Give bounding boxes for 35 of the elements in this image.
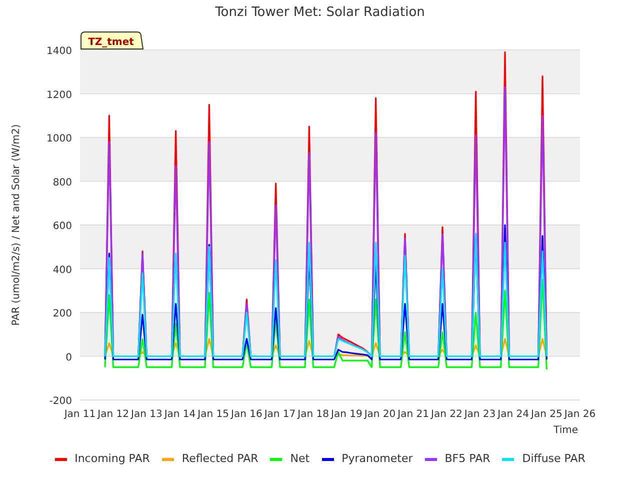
x-axis-label: Time xyxy=(554,425,578,436)
x-tick-label: Jan 15 xyxy=(198,409,229,420)
x-tick-label: Jan 22 xyxy=(431,409,462,420)
legend-label: Incoming PAR xyxy=(74,451,150,467)
y-tick-label: 600 xyxy=(52,221,72,232)
x-tick-label: Jan 13 xyxy=(131,409,162,420)
y-tick-label: 1000 xyxy=(46,134,72,144)
y-tick-label: 400 xyxy=(52,264,72,276)
x-tick-label: Jan 11 xyxy=(64,409,96,420)
x-tick-label: Jan 17 xyxy=(264,409,296,420)
x-tick-label: Jan 26 xyxy=(564,409,596,420)
y-tick-label: 800 xyxy=(52,177,72,188)
x-tick-label: Jan 16 xyxy=(231,409,262,420)
x-tick-label: Jan 24 xyxy=(498,409,529,420)
y-tick-label: -200 xyxy=(49,396,72,407)
legend-label: Net xyxy=(290,451,310,467)
chart-title: Tonzi Tower Met: Solar Radiation xyxy=(215,4,425,22)
legend-label: BF5 PAR xyxy=(444,451,490,467)
legend-label: Diffuse PAR xyxy=(522,451,586,467)
site-tag: TZ_tmet xyxy=(80,32,144,50)
y-tick-label: 0 xyxy=(66,352,72,364)
x-tick-label: Jan 14 xyxy=(164,409,196,420)
legend-label: Reflected PAR xyxy=(182,451,258,467)
y-axis-label: PAR (umol/m2/s) / Net and Solar (W/m2) xyxy=(11,124,22,326)
y-tick-label: 1400 xyxy=(46,46,72,57)
x-tick-label: Jan 12 xyxy=(98,409,129,420)
x-tick-label: Jan 25 xyxy=(531,409,562,420)
y-tick-label: 1200 xyxy=(46,90,72,101)
x-tick-label: Jan 18 xyxy=(298,409,329,420)
x-tick-label: Jan 20 xyxy=(364,409,396,420)
y-tick-label: 200 xyxy=(52,308,72,320)
x-tick-label: Jan 21 xyxy=(398,409,429,420)
x-tick-label: Jan 19 xyxy=(331,409,362,420)
legend-label: Pyranometer xyxy=(342,451,413,467)
x-tick-label: Jan 23 xyxy=(464,409,496,420)
